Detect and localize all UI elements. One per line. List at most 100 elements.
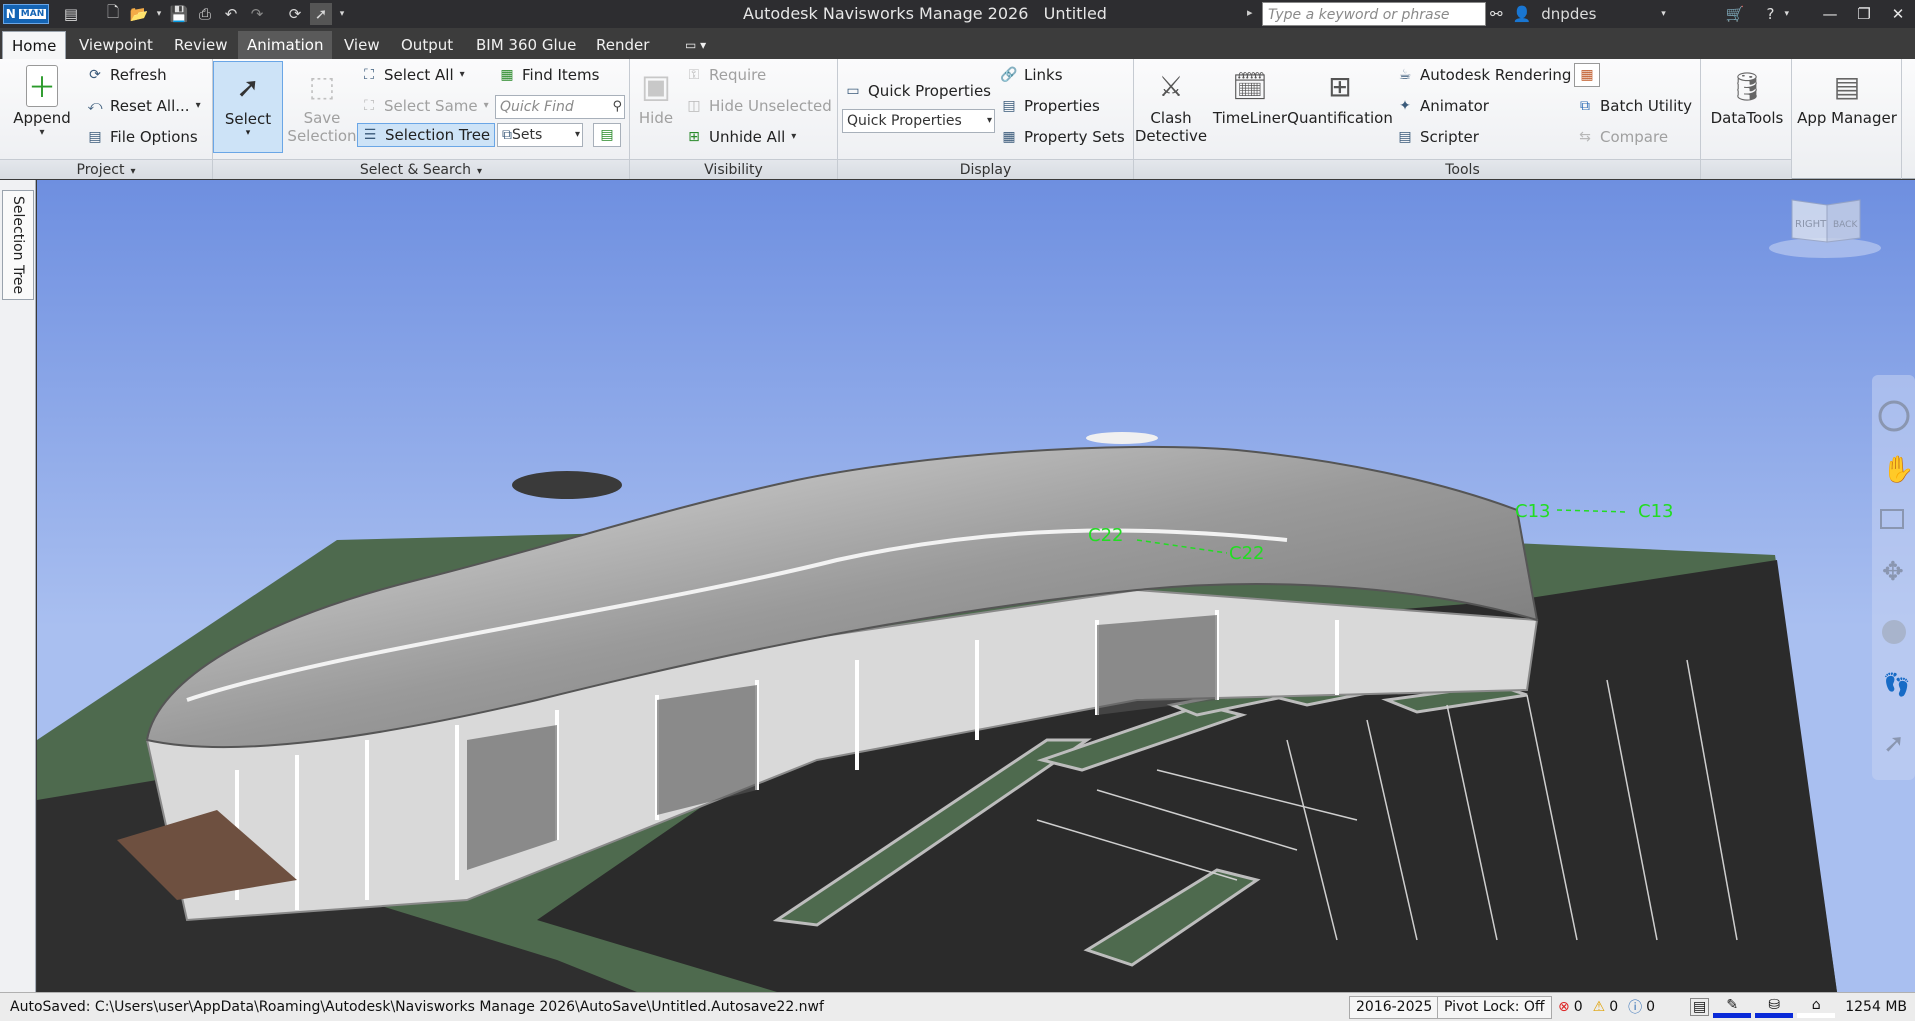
select-all-dropdown-icon[interactable]: ▾ (460, 63, 465, 87)
quick-find-search-icon[interactable]: ⚲ (612, 96, 622, 118)
customize-qat-icon[interactable]: ▾ (336, 3, 348, 25)
user-icon[interactable]: 👤 (1513, 5, 1532, 23)
ribbon-minimize-icon[interactable]: ▭ ▾ (676, 31, 715, 59)
hide-unselected-button[interactable]: ◫ Hide Unselected (685, 94, 831, 118)
select-dropdown-icon[interactable]: ▾ (214, 128, 282, 138)
new-icon[interactable]: 🗋 (102, 3, 124, 25)
timeliner-icon: 🗓 (1232, 69, 1268, 103)
web-server-indicator-icon: ⌂ (1797, 997, 1836, 1018)
search-expand-icon[interactable]: ▸ (1247, 6, 1253, 19)
scripter-button[interactable]: ▤ Scripter (1396, 125, 1479, 149)
select-all-button[interactable]: ⛶ Select All ▾ (360, 63, 465, 87)
refresh-icon[interactable]: ⟳ (284, 3, 306, 25)
save-icon[interactable]: 💾 (168, 3, 190, 25)
pan-hand-icon[interactable]: ✋ (1882, 454, 1914, 485)
panel-title-select-search[interactable]: Select & Search ▾ (213, 159, 629, 179)
unhide-dropdown-icon[interactable]: ▾ (791, 125, 796, 149)
property-sets-button[interactable]: ▦ Property Sets (1000, 125, 1124, 149)
panel-title-project[interactable]: Project ▾ (0, 159, 212, 179)
tab-view[interactable]: View (335, 31, 389, 59)
clash-label[interactable]: C13 (1515, 501, 1550, 522)
clash-label[interactable]: C13 (1638, 501, 1673, 522)
clash-detective-button[interactable]: ⚔ Clash Detective (1134, 61, 1208, 146)
tab-animation[interactable]: Animation (238, 31, 333, 59)
datatools-button[interactable]: 🛢 DataTools (1705, 61, 1789, 128)
appearance-profiler-button[interactable]: ▦ (1574, 63, 1600, 87)
reset-dropdown-icon[interactable]: ▾ (196, 94, 201, 118)
quick-find-input[interactable]: Quick Find ⚲ (495, 95, 625, 119)
selection-tree-button[interactable]: ☰ Selection Tree (357, 123, 495, 147)
ribbon: ＋ Append ▾ ⟳ Refresh ⤺ Reset All... ▾ ▤ File… (0, 59, 1915, 179)
close-icon[interactable]: ✕ (1881, 0, 1915, 28)
orbit-icon[interactable]: ✥ (1882, 557, 1904, 587)
pivot-lock-indicator[interactable]: Pivot Lock: Off (1437, 996, 1552, 1019)
timeliner-button[interactable]: 🗓 TimeLiner (1210, 61, 1290, 128)
find-items-button[interactable]: ▦ Find Items (498, 63, 599, 87)
select-nav-icon[interactable]: ➚ (1883, 729, 1905, 759)
clash-label[interactable]: C22 (1088, 525, 1123, 546)
print-icon[interactable]: ⎙ (194, 3, 216, 25)
refresh-button[interactable]: ⟳ Refresh (86, 63, 167, 87)
select-same-button[interactable]: ⛶ Select Same ▾ (360, 94, 489, 118)
sheet-browser-icon[interactable]: ▤ (1690, 998, 1710, 1016)
batch-utility-button[interactable]: ⧉ Batch Utility (1576, 94, 1692, 118)
tab-output[interactable]: Output (392, 31, 462, 59)
user-dropdown-icon[interactable]: ▾ (1661, 9, 1666, 19)
autodesk-rendering-button[interactable]: ☕ Autodesk Rendering (1396, 63, 1572, 87)
redo-icon[interactable]: ↷ (246, 3, 268, 25)
compare-button[interactable]: ⇆ Compare (1576, 125, 1668, 149)
file-options-button[interactable]: ▤ File Options (86, 125, 197, 149)
app-manager-button[interactable]: ▤ App Manager (1794, 61, 1900, 128)
options-icon[interactable]: ▤ (60, 3, 82, 25)
tab-review[interactable]: Review (165, 31, 237, 59)
tab-home[interactable]: Home (2, 31, 67, 59)
quick-properties-dropdown[interactable]: Quick Properties ▾ (842, 109, 995, 133)
cart-icon[interactable]: 🛒 (1726, 5, 1745, 23)
tab-render[interactable]: Render (587, 31, 658, 59)
minimize-icon[interactable]: — (1813, 0, 1847, 28)
help-icon[interactable]: ? (1766, 5, 1774, 23)
links-button[interactable]: 🔗 Links (1000, 63, 1062, 87)
info-icon: ⓘ (1628, 1000, 1643, 1016)
roof-vent (1086, 432, 1158, 444)
disk-indicator-icon: ⛁ (1755, 997, 1794, 1018)
manage-sets-button[interactable]: ▤ (593, 123, 621, 147)
undo-icon[interactable]: ↶ (220, 3, 242, 25)
restore-icon[interactable]: ❐ (1847, 0, 1881, 28)
panel-tools: ⚔ Clash Detective 🗓 TimeLiner ⊞ Quantifi… (1134, 59, 1792, 179)
animator-button[interactable]: ✦ Animator (1396, 94, 1489, 118)
open-icon[interactable]: 📂 (128, 3, 150, 25)
tab-viewpoint[interactable]: Viewpoint (70, 31, 162, 59)
app-menu-button[interactable]: N MAN (3, 4, 49, 24)
save-selection-button[interactable]: ⬚ Save Selection (287, 61, 357, 146)
help-dropdown-icon[interactable]: ▾ (1784, 9, 1789, 19)
dock-left: Selection Tree (0, 180, 36, 992)
append-dropdown-icon[interactable]: ▾ (6, 127, 78, 138)
clash-label[interactable]: C22 (1229, 543, 1264, 564)
unhide-all-button[interactable]: ⊞ Unhide All ▾ (685, 125, 796, 149)
selection-tree-tab[interactable]: Selection Tree (2, 190, 34, 300)
select-button[interactable]: ➚ Select ▾ (213, 61, 283, 153)
scene-canvas[interactable]: C22 C22 C13 C13 RIGHT BACK ✋ ✥ 👣 ➚ (37, 180, 1915, 992)
help-search-input[interactable]: Type a keyword or phrase (1262, 2, 1486, 26)
hide-button[interactable]: ▣ Hide (630, 61, 682, 127)
properties-button[interactable]: ▤ Properties (1000, 94, 1099, 118)
append-button[interactable]: ＋ Append ▾ (6, 61, 78, 138)
date-range-indicator[interactable]: 2016-2025 (1349, 996, 1440, 1019)
qat-dropdown-icon[interactable]: ▾ (154, 3, 164, 25)
look-around-icon[interactable] (1882, 620, 1906, 644)
save-selection-icon: ⬚ (308, 69, 336, 103)
require-button[interactable]: ⚿ Require (685, 63, 767, 87)
sets-dropdown[interactable]: ⧉Sets ▾ (497, 123, 583, 147)
select-arrow-icon[interactable]: ➚ (310, 3, 332, 25)
message-counters[interactable]: ⊗ 0 ⚠ 0 ⓘ 0 (1558, 997, 1655, 1017)
binoculars-icon[interactable]: ⚯ (1490, 5, 1503, 23)
tab-bim360glue[interactable]: BIM 360 Glue (467, 31, 585, 59)
quantification-button[interactable]: ⊞ Quantification (1286, 61, 1394, 128)
walk-icon[interactable]: 👣 (1883, 671, 1910, 698)
reset-all-button[interactable]: ⤺ Reset All... ▾ (86, 94, 201, 118)
user-name[interactable]: dnpdes (1541, 5, 1671, 23)
scene-viewport[interactable]: C22 C22 C13 C13 RIGHT BACK ✋ ✥ 👣 ➚ (37, 180, 1915, 992)
reset-icon: ⤺ (87, 98, 103, 114)
quick-properties-button[interactable]: ▭ Quick Properties (844, 79, 991, 103)
